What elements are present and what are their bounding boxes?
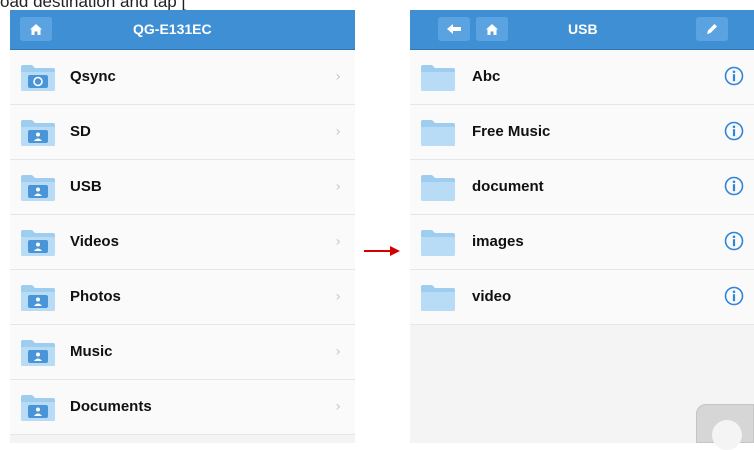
folder-label: Qsync (70, 68, 116, 85)
left-folder-list: Qsync › SD › USB › Videos › Photos › Music › Documen… (10, 50, 355, 435)
folder-row-qsync[interactable]: Qsync › (10, 50, 355, 105)
folder-label: document (472, 178, 544, 195)
info-icon[interactable] (724, 66, 744, 91)
folder-icon (420, 117, 456, 152)
home-button[interactable] (20, 17, 52, 41)
info-icon[interactable] (724, 286, 744, 311)
folder-row-images[interactable]: images (410, 215, 754, 270)
folder-label: Photos (70, 288, 121, 305)
folder-row-sd[interactable]: SD › (10, 105, 355, 160)
info-icon[interactable] (724, 176, 744, 201)
instruction-caption: oad destination and tap [ (0, 0, 187, 10)
chevron-right-icon: › (335, 399, 341, 415)
shared-folder-icon (20, 337, 56, 372)
right-screen: USB Abc Free Music document images video (410, 10, 754, 443)
red-arrow-icon (364, 246, 400, 256)
folder-label: Videos (70, 233, 119, 250)
shared-folder-icon (20, 227, 56, 262)
back-button[interactable] (438, 17, 470, 41)
floating-action-button[interactable] (696, 404, 754, 450)
folder-row-free-music[interactable]: Free Music (410, 105, 754, 160)
shared-folder-icon (20, 172, 56, 207)
folder-label: Documents (70, 398, 152, 415)
folder-label: Free Music (472, 123, 551, 140)
folder-row-photos[interactable]: Photos › (10, 270, 355, 325)
chevron-right-icon: › (335, 179, 341, 195)
chevron-right-icon: › (335, 234, 341, 250)
folder-row-videos[interactable]: Videos › (10, 215, 355, 270)
folder-row-documents[interactable]: Documents › (10, 380, 355, 435)
folder-label: Abc (472, 68, 501, 85)
folder-icon (420, 282, 456, 317)
folder-icon (420, 227, 456, 262)
left-topbar: QG-E131EC (10, 10, 355, 50)
folder-row-abc[interactable]: Abc (410, 50, 754, 105)
right-folder-list: Abc Free Music document images video (410, 50, 754, 325)
shared-folder-icon (20, 117, 56, 152)
folder-label: Music (70, 343, 113, 360)
home-button-right[interactable] (476, 17, 508, 41)
pencil-icon (707, 24, 717, 34)
edit-button[interactable] (696, 17, 728, 41)
back-arrow-icon (447, 24, 461, 34)
folder-icon (420, 62, 456, 97)
folder-label: SD (70, 123, 91, 140)
left-screen: QG-E131EC Qsync › SD › USB › Videos › Photos › Mus… (10, 10, 355, 443)
info-icon[interactable] (724, 231, 744, 256)
sync-folder-icon (20, 62, 56, 97)
folder-label: images (472, 233, 524, 250)
folder-row-video[interactable]: video (410, 270, 754, 325)
chevron-right-icon: › (335, 344, 341, 360)
home-icon (30, 23, 42, 35)
chevron-right-icon: › (335, 69, 341, 85)
right-title: USB (568, 21, 598, 37)
shared-folder-icon (20, 392, 56, 427)
home-icon (486, 23, 498, 35)
chevron-right-icon: › (335, 124, 341, 140)
folder-row-usb[interactable]: USB › (10, 160, 355, 215)
folder-label: USB (70, 178, 102, 195)
info-icon[interactable] (724, 121, 744, 146)
folder-row-document[interactable]: document (410, 160, 754, 215)
right-topbar: USB (410, 10, 754, 50)
folder-row-music[interactable]: Music › (10, 325, 355, 380)
button-circle (712, 420, 742, 450)
shared-folder-icon (20, 282, 56, 317)
chevron-right-icon: › (335, 289, 341, 305)
folder-icon (420, 172, 456, 207)
left-title: QG-E131EC (133, 21, 212, 37)
folder-label: video (472, 288, 512, 305)
